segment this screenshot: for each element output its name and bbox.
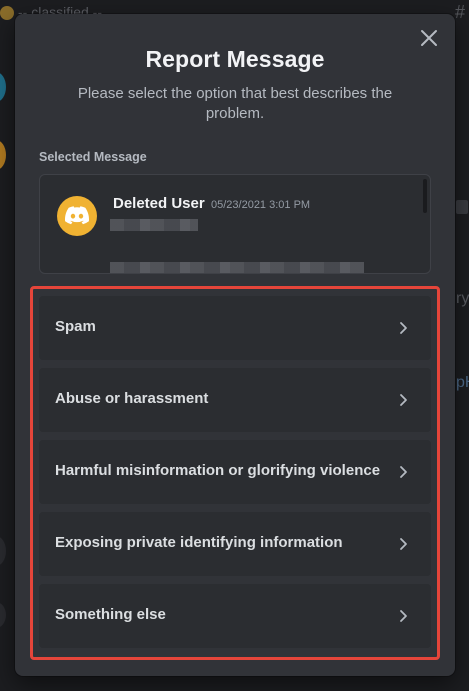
report-option-something-else[interactable]: Something else bbox=[39, 584, 431, 648]
chevron-right-icon bbox=[395, 320, 411, 336]
chevron-right-icon bbox=[395, 392, 411, 408]
option-label: Exposing private identifying information bbox=[55, 534, 343, 551]
modal-subtitle: Please select the option that best descr… bbox=[77, 85, 393, 122]
option-label: Spam bbox=[55, 318, 96, 335]
selected-message-label: Selected Message bbox=[39, 150, 147, 164]
message-scrollbar[interactable] bbox=[423, 179, 427, 213]
chevron-right-icon bbox=[395, 536, 411, 552]
modal-title: Report Message bbox=[145, 46, 325, 72]
report-option-abuse[interactable]: Abuse or harassment bbox=[39, 368, 431, 432]
background-side-text: pH bbox=[456, 374, 469, 391]
message-username: Deleted User bbox=[113, 195, 205, 212]
option-label: Harmful misinformation or glorifying vio… bbox=[55, 462, 381, 479]
emoji-icon bbox=[0, 6, 14, 20]
option-label: Abuse or harassment bbox=[55, 390, 209, 407]
redacted-message-text bbox=[110, 262, 364, 273]
redacted-message-text bbox=[110, 219, 198, 231]
background-hash-icon: # bbox=[454, 2, 465, 22]
background-avatar bbox=[0, 72, 6, 102]
option-label: Something else bbox=[55, 606, 166, 623]
background-icon bbox=[456, 200, 468, 214]
report-message-modal: Report Message Please select the option … bbox=[15, 14, 455, 676]
message-timestamp: 05/23/2021 3:01 PM bbox=[211, 199, 311, 211]
chevron-right-icon bbox=[395, 464, 411, 480]
background-avatar bbox=[0, 140, 6, 170]
background-avatar bbox=[0, 602, 6, 628]
discord-logo-icon bbox=[65, 206, 89, 225]
background-avatar bbox=[0, 536, 6, 566]
selected-message-card: Deleted User 05/23/2021 3:01 PM bbox=[39, 174, 431, 274]
background-side-text: ry bbox=[456, 290, 469, 307]
avatar bbox=[57, 196, 97, 236]
report-option-spam[interactable]: Spam bbox=[39, 296, 431, 360]
report-option-private-info[interactable]: Exposing private identifying information bbox=[39, 512, 431, 576]
chevron-right-icon bbox=[395, 608, 411, 624]
report-option-misinformation[interactable]: Harmful misinformation or glorifying vio… bbox=[39, 440, 431, 504]
